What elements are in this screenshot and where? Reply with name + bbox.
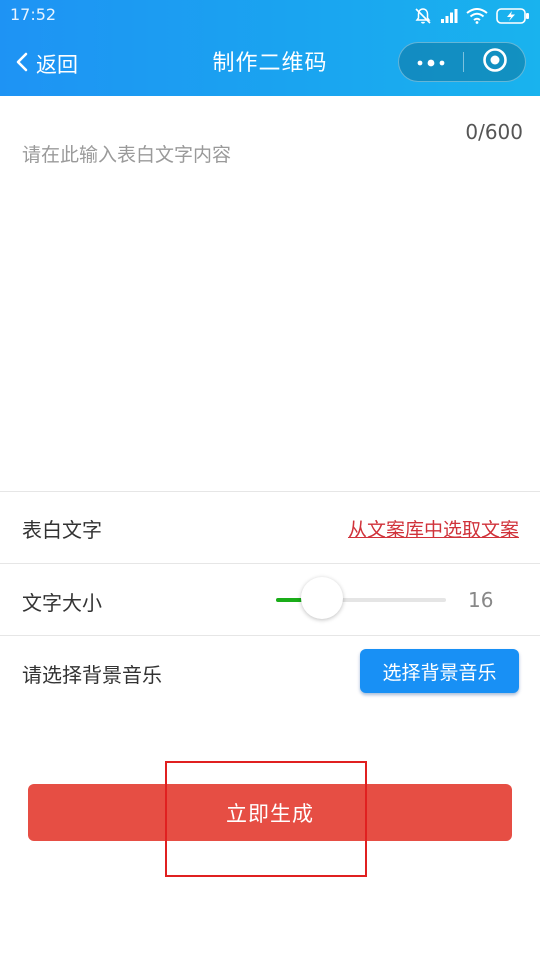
target-close-icon: [482, 47, 508, 77]
status-time: 17:52: [10, 5, 57, 24]
confession-text-input[interactable]: 请在此输入表白文字内容: [22, 140, 492, 470]
pick-from-library-link[interactable]: 从文案库中选取文案: [348, 515, 519, 542]
confession-editor: 0/600 请在此输入表白文字内容: [0, 96, 540, 491]
divider: [0, 491, 540, 492]
mute-bell-icon: [414, 7, 432, 25]
signal-icon: [440, 8, 458, 24]
status-bar: 17:52: [0, 0, 540, 30]
music-label: 请选择背景音乐: [22, 663, 162, 687]
font-size-label: 文字大小: [22, 591, 102, 615]
font-size-slider[interactable]: [276, 577, 446, 619]
more-dots-icon: [416, 53, 446, 72]
battery-charging-icon: [496, 7, 530, 25]
status-icons: [414, 6, 530, 26]
more-button[interactable]: [399, 43, 463, 81]
generate-button[interactable]: 立即生成: [28, 784, 512, 841]
wifi-icon: [466, 8, 488, 24]
font-size-value: 16: [468, 588, 494, 612]
slider-thumb[interactable]: [300, 577, 343, 619]
confession-label: 表白文字: [22, 518, 102, 542]
divider: [0, 635, 540, 636]
mini-program-capsule: [398, 42, 526, 82]
top-bar: 17:52 返回 制作二维码: [0, 0, 540, 96]
close-mini-program-button[interactable]: [464, 43, 526, 81]
choose-music-button[interactable]: 选择背景音乐: [360, 649, 519, 693]
divider: [0, 563, 540, 564]
